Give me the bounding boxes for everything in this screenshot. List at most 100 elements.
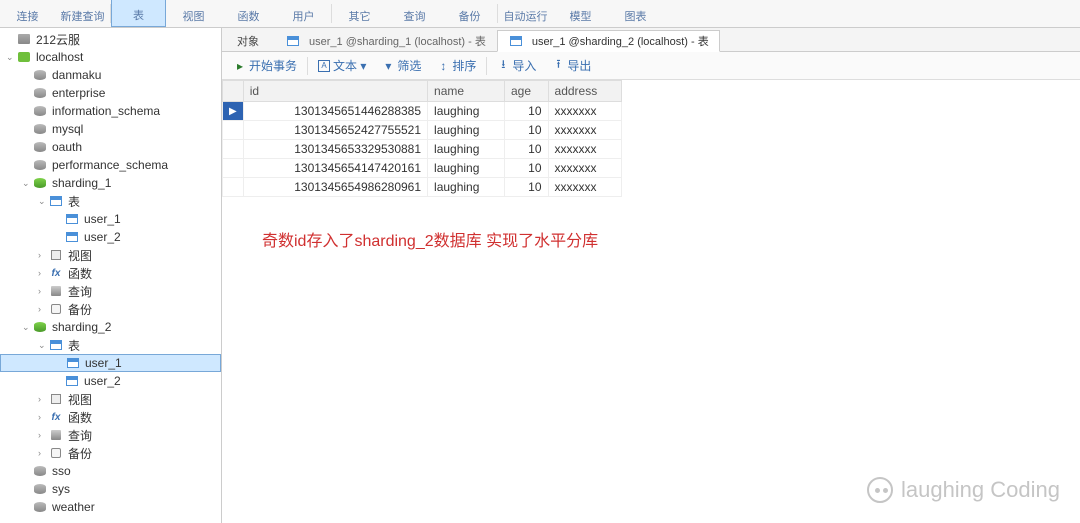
tree-item-查询[interactable]: ›查询 (0, 282, 221, 300)
tree-label: user_2 (84, 230, 121, 244)
tab-label: user_1 @sharding_1 (localhost) - 表 (309, 33, 486, 49)
tree-item-localhost[interactable]: ⌄localhost (0, 48, 221, 66)
toolbar-连接[interactable]: 连接 (0, 0, 55, 27)
tree-item-user_1[interactable]: user_1 (0, 210, 221, 228)
caret-right-icon[interactable]: › (38, 268, 48, 278)
cell-name[interactable]: laughing (428, 121, 505, 140)
cell-id[interactable]: 1301345654147420161 (243, 159, 427, 178)
tree-item-函数[interactable]: ›fx函数 (0, 408, 221, 426)
table-row[interactable]: 1301345653329530881laughing10xxxxxxx (223, 140, 622, 159)
tree-item-user_1[interactable]: user_1 (0, 354, 221, 372)
caret-down-icon[interactable]: ⌄ (38, 340, 48, 351)
toolbar-图表[interactable]: 图表 (608, 0, 663, 27)
caret-right-icon[interactable]: › (38, 286, 48, 296)
cell-id[interactable]: 1301345653329530881 (243, 140, 427, 159)
tab-user_1-@sharding_2-(localhost)---表[interactable]: user_1 @sharding_2 (localhost) - 表 (497, 30, 720, 52)
tree-item-mysql[interactable]: mysql (0, 120, 221, 138)
cell-address[interactable]: xxxxxxx (548, 159, 621, 178)
cell-id[interactable]: 1301345654986280961 (243, 178, 427, 197)
caret-right-icon[interactable]: › (38, 304, 48, 314)
toolbar-新建查询[interactable]: 新建查询 (55, 0, 110, 27)
cell-age[interactable]: 10 (504, 140, 548, 159)
tree-item-表[interactable]: ⌄表 (0, 192, 221, 210)
cell-age[interactable]: 10 (504, 121, 548, 140)
cell-address[interactable]: xxxxxxx (548, 121, 621, 140)
export-button[interactable]: ⭱ 导出 (546, 55, 597, 76)
tree-item-视图[interactable]: ›视图 (0, 390, 221, 408)
caret-down-icon[interactable]: ⌄ (22, 322, 32, 333)
tree-item-函数[interactable]: ›fx函数 (0, 264, 221, 282)
query-icon (48, 428, 64, 442)
tree-item-备份[interactable]: ›备份 (0, 300, 221, 318)
tree-item-sys[interactable]: sys (0, 480, 221, 498)
tree-item-视图[interactable]: ›视图 (0, 246, 221, 264)
db-icon (32, 500, 48, 514)
tree-item-danmaku[interactable]: danmaku (0, 66, 221, 84)
caret-down-icon[interactable]: ⌄ (38, 196, 48, 207)
table-row[interactable]: ▶1301345651446288385laughing10xxxxxxx (223, 102, 622, 121)
toolbar-其它[interactable]: 其它 (332, 0, 387, 27)
import-button[interactable]: ⭳ 导入 (491, 55, 542, 76)
col-age[interactable]: age (504, 81, 548, 102)
tree-item-oauth[interactable]: oauth (0, 138, 221, 156)
tree-item-user_2[interactable]: user_2 (0, 372, 221, 390)
caret-down-icon[interactable]: ⌄ (6, 52, 16, 63)
tab-objects[interactable]: 对象 (222, 29, 274, 51)
grid-toolbar: ▸ 开始事务 A 文本 ▾ ▾ 筛选 ↕ 排序 ⭳ 导入 ⭱ (222, 52, 1080, 80)
cell-id[interactable]: 1301345651446288385 (243, 102, 427, 121)
table-row[interactable]: 1301345654986280961laughing10xxxxxxx (223, 178, 622, 197)
tree-item-weather[interactable]: weather (0, 498, 221, 516)
tree-item-查询[interactable]: ›查询 (0, 426, 221, 444)
caret-right-icon[interactable]: › (38, 394, 48, 404)
tree-item-备份[interactable]: ›备份 (0, 444, 221, 462)
start-transaction-button[interactable]: ▸ 开始事务 (228, 55, 303, 76)
table-row[interactable]: 1301345652427755521laughing10xxxxxxx (223, 121, 622, 140)
toolbar-自动运行[interactable]: 自动运行 (498, 0, 553, 27)
caret-right-icon[interactable]: › (38, 430, 48, 440)
col-id[interactable]: id (243, 81, 427, 102)
cell-age[interactable]: 10 (504, 159, 548, 178)
toolbar-用户[interactable]: 用户 (276, 0, 331, 27)
tree-item-information_schema[interactable]: information_schema (0, 102, 221, 120)
table-row[interactable]: 1301345654147420161laughing10xxxxxxx (223, 159, 622, 178)
tab-label: user_1 @sharding_2 (localhost) - 表 (532, 33, 709, 49)
text-mode-button[interactable]: A 文本 ▾ (312, 55, 372, 76)
fx-icon: fx (48, 266, 64, 280)
toolbar-函数[interactable]: 函数 (221, 0, 276, 27)
filter-button[interactable]: ▾ 筛选 (376, 55, 427, 76)
cell-id[interactable]: 1301345652427755521 (243, 121, 427, 140)
db-icon (32, 86, 48, 100)
caret-down-icon[interactable]: ⌄ (22, 178, 32, 189)
col-address[interactable]: address (548, 81, 621, 102)
tree-item-sharding_1[interactable]: ⌄ sharding_1 (0, 174, 221, 192)
sort-button[interactable]: ↕ 排序 (431, 55, 482, 76)
cell-name[interactable]: laughing (428, 140, 505, 159)
cell-address[interactable]: xxxxxxx (548, 140, 621, 159)
toolbar-视图[interactable]: 视图 (166, 0, 221, 27)
cell-name[interactable]: laughing (428, 159, 505, 178)
toolbar-模型[interactable]: 模型 (553, 0, 608, 27)
tree-item-sso[interactable]: sso (0, 462, 221, 480)
tree-label: sso (52, 464, 71, 478)
cell-address[interactable]: xxxxxxx (548, 102, 621, 121)
cell-name[interactable]: laughing (428, 178, 505, 197)
cell-age[interactable]: 10 (504, 102, 548, 121)
caret-right-icon[interactable]: › (38, 250, 48, 260)
cell-name[interactable]: laughing (428, 102, 505, 121)
tree-item-enterprise[interactable]: enterprise (0, 84, 221, 102)
caret-right-icon[interactable]: › (38, 448, 48, 458)
tree-item-表[interactable]: ⌄表 (0, 336, 221, 354)
tab-user_1-@sharding_1-(localhost)---表[interactable]: user_1 @sharding_1 (localhost) - 表 (274, 29, 497, 51)
caret-right-icon[interactable]: › (38, 412, 48, 422)
toolbar-备份[interactable]: 备份 (442, 0, 497, 27)
tree-item-sharding_2[interactable]: ⌄sharding_2 (0, 318, 221, 336)
tree-item-212云服[interactable]: 212云服 (0, 30, 221, 48)
cell-address[interactable]: xxxxxxx (548, 178, 621, 197)
tree-item-user_2[interactable]: user_2 (0, 228, 221, 246)
toolbar-表[interactable]: 表 (111, 0, 166, 27)
cell-age[interactable]: 10 (504, 178, 548, 197)
tree-label: sharding_1 (52, 176, 111, 190)
col-name[interactable]: name (428, 81, 505, 102)
toolbar-查询[interactable]: 查询 (387, 0, 442, 27)
tree-item-performance_schema[interactable]: performance_schema (0, 156, 221, 174)
